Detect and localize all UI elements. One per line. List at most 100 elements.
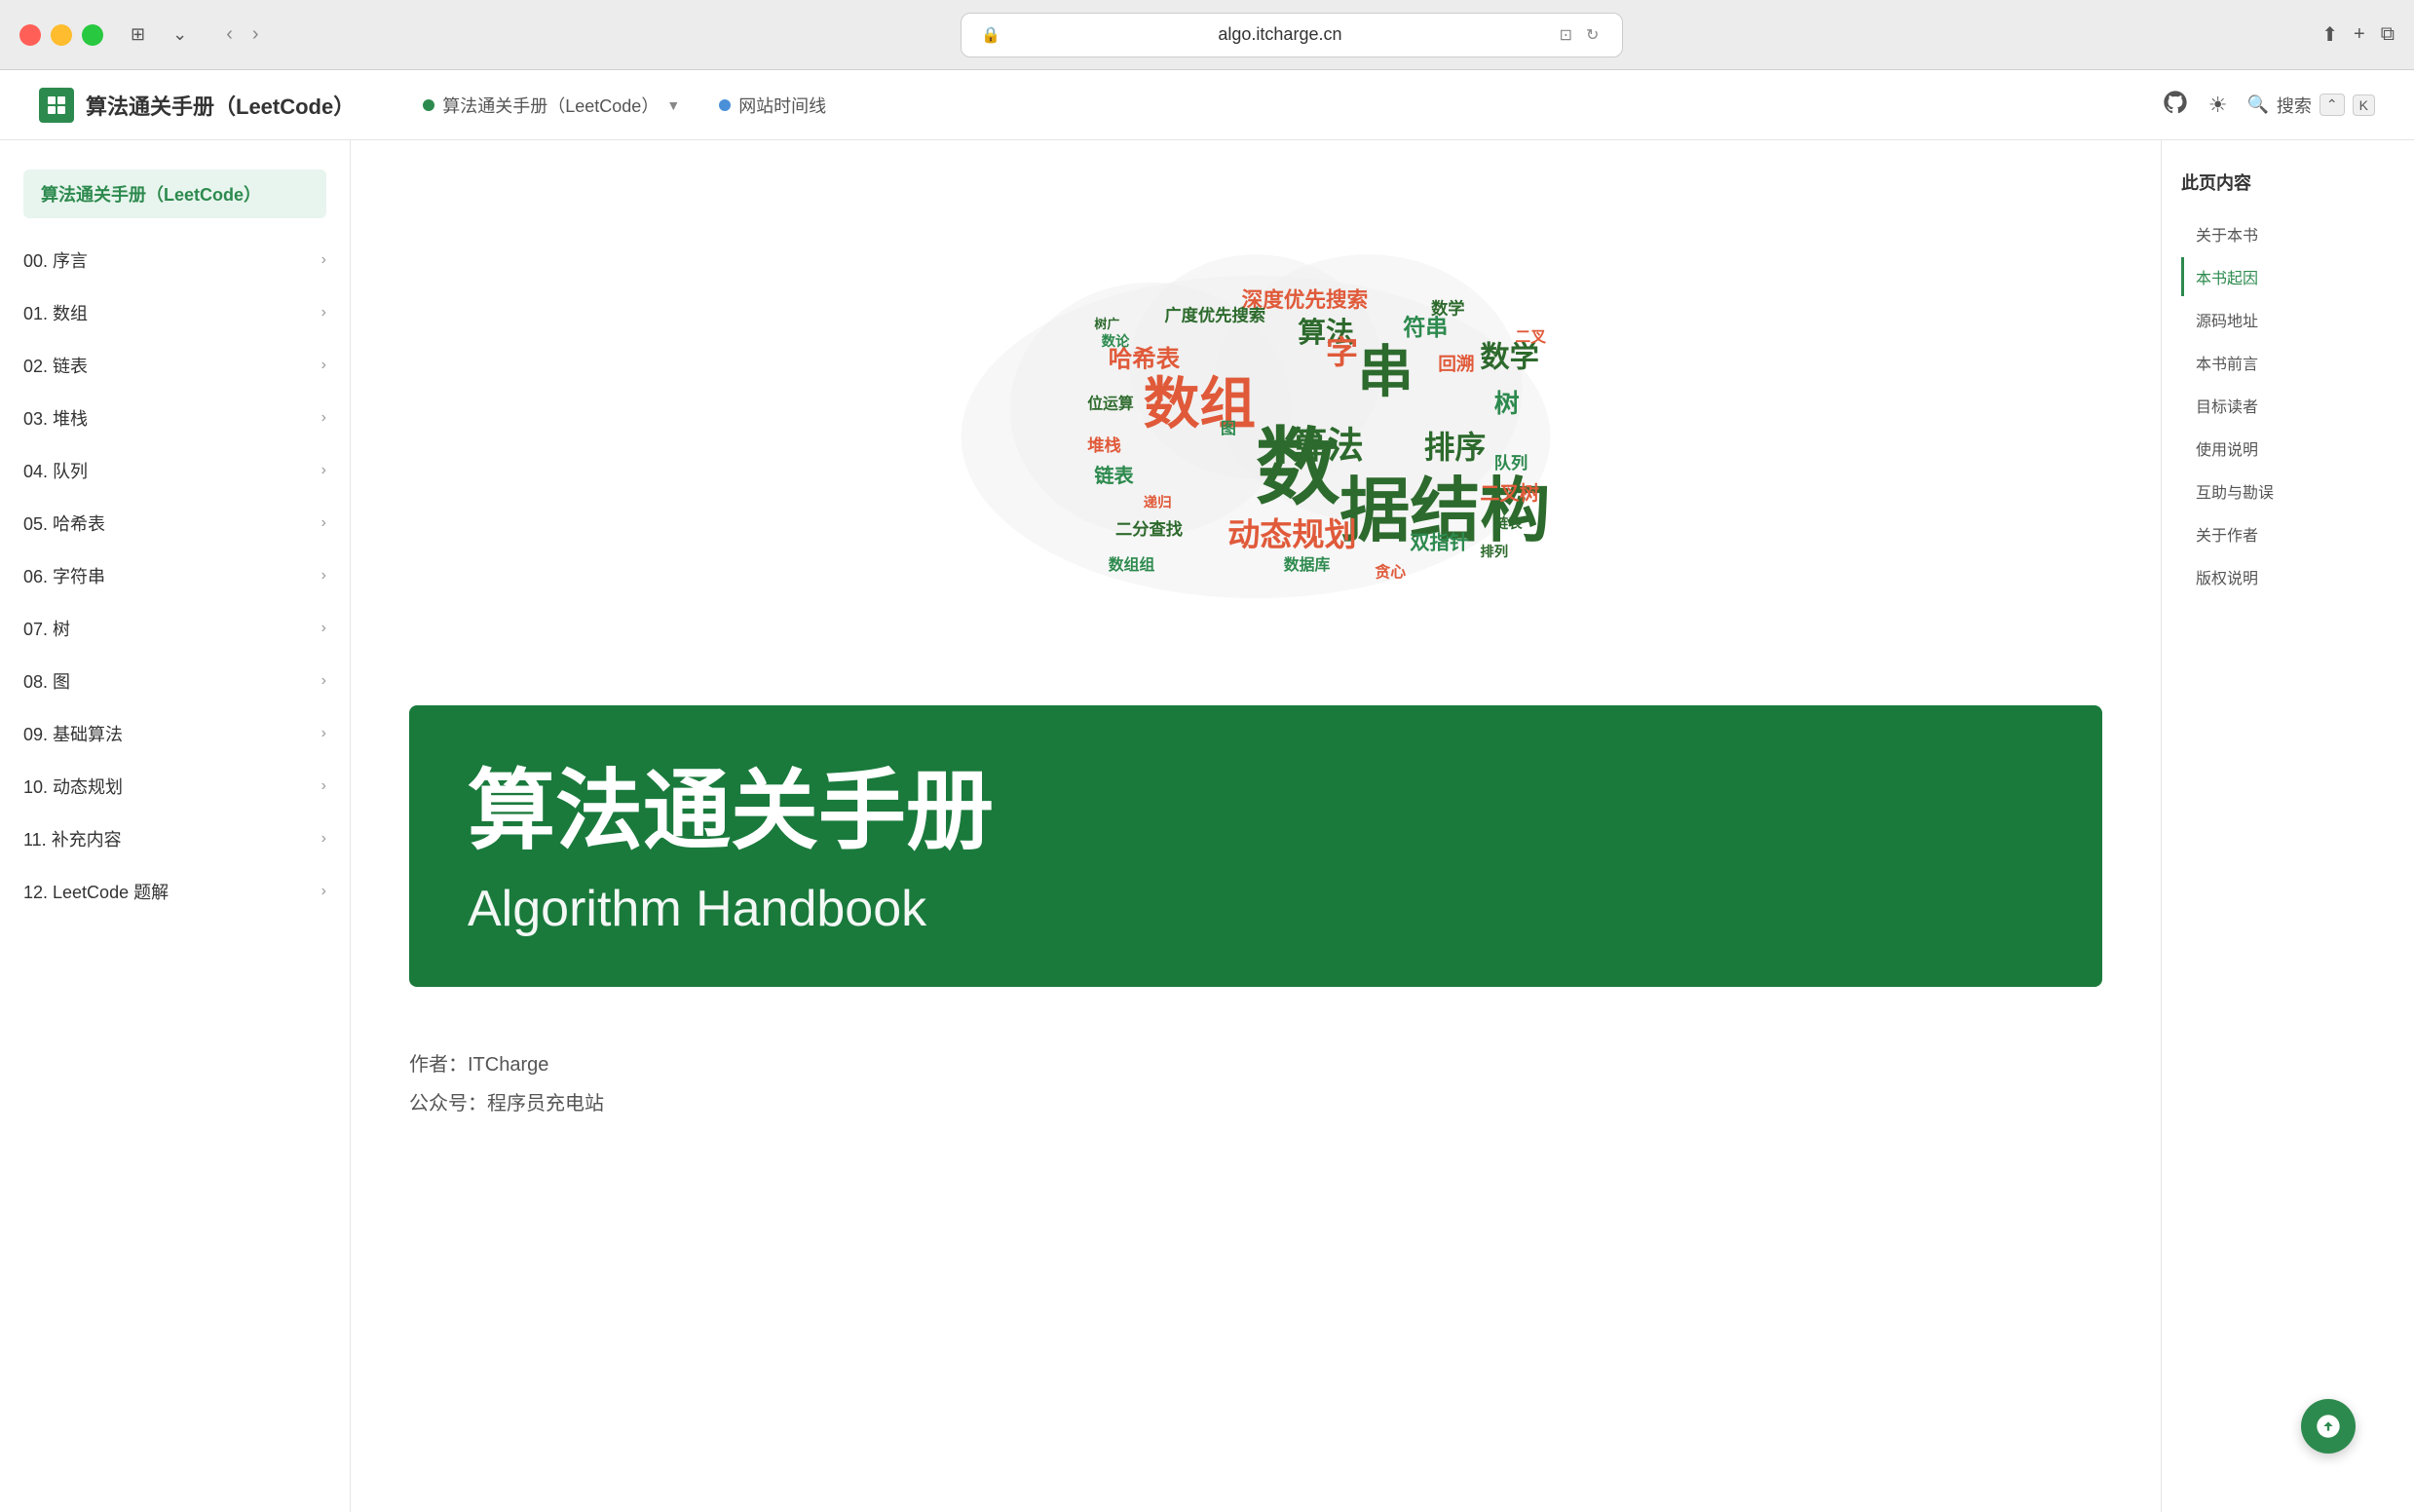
svg-text:递归: 递归: [1144, 493, 1172, 510]
chevron-right-icon: ›: [321, 672, 326, 690]
svg-text:数论: 数论: [1102, 332, 1130, 350]
sidebar-item-tree[interactable]: 07. 树 ›: [0, 602, 350, 655]
svg-text:位运算: 位运算: [1087, 395, 1134, 413]
sidebar-item-label: 10. 动态规划: [23, 774, 123, 799]
new-tab-button[interactable]: +: [2354, 23, 2365, 46]
toc-item-feedback[interactable]: 互助与勘误: [2181, 472, 2395, 510]
site-logo[interactable]: 算法通关手册（LeetCode）: [39, 88, 355, 123]
content-area: 算法 哈希表 深度优先搜索 符串 数学 数学 数组 字 串 树 广度优先搜索 算…: [351, 140, 2161, 1512]
nav-timeline-dot: [719, 99, 731, 111]
right-toc-title: 此页内容: [2181, 170, 2395, 195]
sidebar-item-preface[interactable]: 00. 序言 ›: [0, 234, 350, 286]
sidebar-toggle-button[interactable]: ⊞: [131, 24, 145, 45]
book-banner: 算法通关手册 Algorithm Handbook: [409, 705, 2102, 987]
github-button[interactable]: [2162, 89, 2189, 122]
chevron-right-icon: ›: [321, 357, 326, 374]
nav-timeline[interactable]: 网站时间线: [719, 93, 826, 118]
svg-text:队列: 队列: [1494, 453, 1528, 472]
sidebar-item-basic-algo[interactable]: 09. 基础算法 ›: [0, 707, 350, 760]
sidebar-item-label: 08. 图: [23, 668, 70, 694]
svg-text:数学: 数学: [1431, 298, 1465, 318]
forward-button[interactable]: ›: [248, 19, 263, 50]
chevron-right-icon: ›: [321, 251, 326, 269]
search-shortcut-ctrl: ⌃: [2320, 94, 2345, 116]
sidebar-item-supplement[interactable]: 11. 补充内容 ›: [0, 813, 350, 865]
svg-text:排序: 排序: [1424, 430, 1486, 465]
sidebar-expand-button[interactable]: ⌄: [172, 24, 187, 45]
search-label: 搜索: [2277, 93, 2312, 118]
main-layout: 算法通关手册（LeetCode） 00. 序言 › 01. 数组 › 02. 链…: [0, 140, 2414, 1512]
sidebar-item-string[interactable]: 06. 字符串 ›: [0, 549, 350, 602]
svg-text:广度优先搜索: 广度优先搜索: [1164, 306, 1265, 325]
browser-controls: ‹ ›: [222, 19, 262, 50]
back-button[interactable]: ‹: [222, 19, 237, 50]
toc-item-copyright[interactable]: 版权说明: [2181, 557, 2395, 596]
sidebar-item-graph[interactable]: 08. 图 ›: [0, 655, 350, 707]
svg-text:排列: 排列: [1480, 543, 1508, 560]
sidebar-item-array[interactable]: 01. 数组 ›: [0, 286, 350, 339]
sidebar-item-hashtable[interactable]: 05. 哈希表 ›: [0, 497, 350, 549]
nav-timeline-label: 网站时间线: [738, 93, 826, 118]
sidebar-item-label: 04. 队列: [23, 458, 88, 483]
svg-text:二叉: 二叉: [1515, 329, 1546, 346]
minimize-button[interactable]: [51, 24, 72, 46]
sidebar-item-dp[interactable]: 10. 动态规划 ›: [0, 760, 350, 813]
chevron-right-icon: ›: [321, 620, 326, 637]
svg-text:堆栈: 堆栈: [1087, 435, 1121, 455]
toc-item-author[interactable]: 关于作者: [2181, 514, 2395, 553]
chevron-right-icon: ›: [321, 725, 326, 742]
chevron-right-icon: ›: [321, 304, 326, 321]
chevron-right-icon: ›: [321, 409, 326, 427]
site-title: 算法通关手册（LeetCode）: [86, 90, 355, 121]
sidebar-title[interactable]: 算法通关手册（LeetCode）: [23, 170, 326, 218]
theme-toggle-button[interactable]: ☀: [2208, 93, 2228, 118]
sidebar-item-leetcode[interactable]: 12. LeetCode 题解 ›: [0, 865, 350, 918]
toc-item-origin[interactable]: 本书起因: [2181, 257, 2395, 296]
logo-icon: [39, 88, 74, 123]
nav-handbook-chevron: ▼: [666, 97, 680, 113]
right-toc: 此页内容 关于本书 本书起因 源码地址 本书前言 目标读者 使用说明 互助与勘误…: [2161, 140, 2414, 1512]
windows-button[interactable]: ⧉: [2381, 23, 2395, 46]
site-nav: 算法通关手册（LeetCode） ▼ 网站时间线: [423, 93, 2132, 118]
maximize-button[interactable]: [82, 24, 103, 46]
toc-item-source[interactable]: 源码地址: [2181, 300, 2395, 339]
sidebar-item-queue[interactable]: 04. 队列 ›: [0, 444, 350, 497]
sidebar-item-stack[interactable]: 03. 堆栈 ›: [0, 392, 350, 444]
search-button[interactable]: 🔍 搜索 ⌃ K: [2247, 93, 2376, 118]
sidebar-item-linkedlist[interactable]: 02. 链表 ›: [0, 339, 350, 392]
sidebar-item-label: 01. 数组: [23, 300, 88, 325]
address-bar[interactable]: 🔒 algo.itcharge.cn ⊡ ↻: [961, 13, 1623, 57]
svg-text:字: 字: [1326, 335, 1358, 371]
chevron-right-icon: ›: [321, 462, 326, 479]
svg-text:树广: 树广: [1094, 317, 1119, 331]
nav-handbook[interactable]: 算法通关手册（LeetCode） ▼: [423, 93, 680, 118]
word-cloud-svg: 算法 哈希表 深度优先搜索 符串 数学 数学 数组 字 串 树 广度优先搜索 算…: [905, 179, 1606, 666]
svg-text:树: 树: [1494, 390, 1520, 418]
refresh-button[interactable]: ↻: [1582, 21, 1603, 49]
close-button[interactable]: [19, 24, 41, 46]
share-button[interactable]: ⬆: [2321, 22, 2338, 47]
toc-item-preface[interactable]: 本书前言: [2181, 343, 2395, 382]
svg-text:动态规划: 动态规划: [1227, 517, 1356, 553]
sidebar-item-label: 07. 树: [23, 616, 70, 641]
nav-handbook-label: 算法通关手册（LeetCode）: [442, 93, 659, 118]
author-info: 作者：ITCharge 公众号：程序员充电站: [409, 1026, 2102, 1143]
svg-text:二分查找: 二分查找: [1115, 519, 1184, 539]
chevron-right-icon: ›: [321, 830, 326, 848]
toc-item-audience[interactable]: 目标读者: [2181, 386, 2395, 425]
sidebar-item-label: 12. LeetCode 题解: [23, 879, 169, 904]
sidebar-item-label: 02. 链表: [23, 353, 88, 378]
sidebar-item-label: 09. 基础算法: [23, 721, 123, 746]
toc-item-about[interactable]: 关于本书: [2181, 214, 2395, 253]
scroll-top-button[interactable]: [2301, 1399, 2356, 1454]
browser-chrome: ⊞ ⌄ ‹ › 🔒 algo.itcharge.cn ⊡ ↻ ⬆ + ⧉: [0, 0, 2414, 70]
sidebar-item-label: 06. 字符串: [23, 563, 105, 588]
svg-text:双指针: 双指针: [1410, 531, 1468, 554]
toc-item-usage[interactable]: 使用说明: [2181, 429, 2395, 468]
nav-handbook-dot: [423, 99, 434, 111]
traffic-lights: [19, 24, 103, 46]
url-text: algo.itcharge.cn: [1010, 24, 1549, 45]
site-header-right: ☀ 🔍 搜索 ⌃ K: [2162, 89, 2375, 122]
chevron-right-icon: ›: [321, 777, 326, 795]
reader-icon[interactable]: ⊡: [1560, 25, 1572, 45]
